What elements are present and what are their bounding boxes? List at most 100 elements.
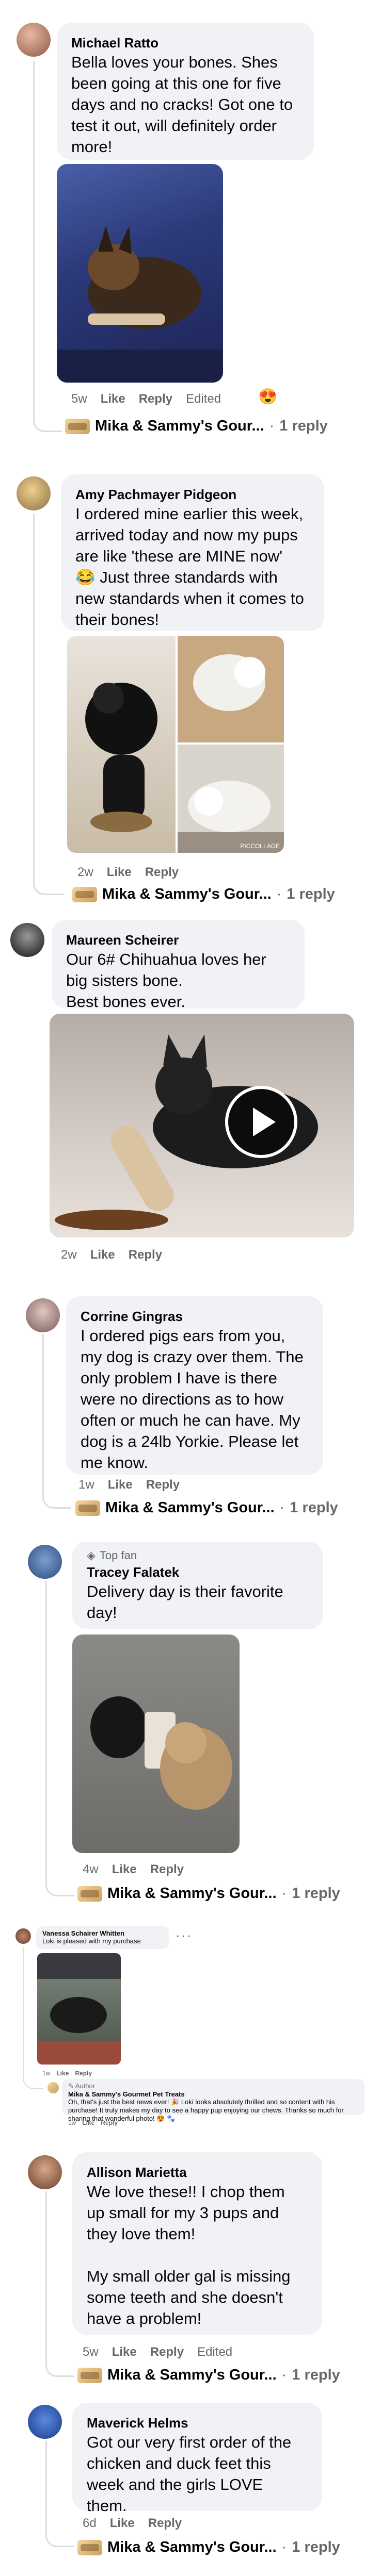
reply-button[interactable]: Reply xyxy=(145,865,179,880)
reply-count[interactable]: 1 reply xyxy=(292,1885,340,1902)
reply-count[interactable]: 1 reply xyxy=(292,2367,340,2384)
comment-bubble: Corrine Gingras I ordered pigs ears from… xyxy=(66,1296,323,1475)
comment-bubble: Maureen Scheirer Our 6# Chihuahua loves … xyxy=(52,920,305,1011)
separator-dot: · xyxy=(276,886,282,902)
comment-bubble: Maverick Helms Got our very first order … xyxy=(72,2403,322,2515)
reply-author[interactable]: Mika & Sammy's Gour... xyxy=(102,886,272,903)
avatar[interactable] xyxy=(28,2155,62,2189)
comment-author[interactable]: Michael Ratto xyxy=(71,34,296,52)
comment-actions: 1w Like Reply xyxy=(78,1478,180,1492)
reply-author[interactable]: Mika & Sammy's Gour... xyxy=(95,418,264,435)
reply-connector xyxy=(45,2441,74,2547)
replies-link[interactable]: Mika & Sammy's Gour... · 1 reply xyxy=(72,886,335,903)
comment-author[interactable]: Maureen Scheirer xyxy=(66,931,287,949)
avatar[interactable] xyxy=(10,923,44,957)
comment-actions: 1w Like Reply xyxy=(42,2070,92,2077)
like-button[interactable]: Like xyxy=(112,1862,137,1877)
comment-text: Delivery day is their favorite day! xyxy=(87,1582,288,1622)
comment-author[interactable]: Vanessa Schairer Whitten xyxy=(42,1929,163,1937)
comment-photo[interactable] xyxy=(57,164,223,383)
video-thumbnail[interactable] xyxy=(50,1014,354,1237)
comment-time: 6d xyxy=(83,2516,97,2530)
comment-text: Our 6# Chihuahua loves her big sisters b… xyxy=(66,950,266,1011)
comment-thread: Corrine Gingras I ordered pigs ears from… xyxy=(0,1289,381,1537)
author-badge: ✎ Author xyxy=(68,2082,96,2090)
comment-time: 2w xyxy=(61,1248,77,1262)
reply-button[interactable]: Reply xyxy=(75,2070,92,2077)
comment-thread: Michael Ratto Bella loves your bones. Sh… xyxy=(0,0,381,449)
reply-button[interactable]: Reply xyxy=(139,392,172,406)
comment-actions: 5w Like Reply Edited xyxy=(83,2345,232,2359)
dog-video-frame xyxy=(55,1034,318,1230)
comment-actions: 2w Like Reply xyxy=(77,865,179,880)
replies-link[interactable]: Mika & Sammy's Gour... · 1 reply xyxy=(77,1885,340,1902)
comment-author[interactable]: Amy Pachmayer Pidgeon xyxy=(75,486,307,503)
avatar[interactable] xyxy=(17,476,51,510)
like-button[interactable]: Like xyxy=(108,1478,133,1492)
reply-author[interactable]: Mika & Sammy's Gour... xyxy=(105,1499,275,1516)
play-icon[interactable] xyxy=(225,1086,297,1158)
reaction-icon[interactable]: 😍 xyxy=(258,388,277,406)
reply-button[interactable]: Reply xyxy=(146,1478,180,1492)
like-button[interactable]: Like xyxy=(82,2119,94,2126)
brand-logo-icon xyxy=(77,2539,102,2555)
comment-bubble: Michael Ratto Bella loves your bones. Sh… xyxy=(57,23,314,160)
reply-count[interactable]: 1 reply xyxy=(292,2539,340,2556)
reply-count[interactable]: 1 reply xyxy=(279,418,328,435)
comment-author[interactable]: Corrine Gingras xyxy=(81,1308,306,1325)
comment-thread: Amy Pachmayer Pidgeon I ordered mine ear… xyxy=(0,464,381,907)
reply-author[interactable]: Mika & Sammy's Gour... xyxy=(107,1885,277,1902)
replies-link[interactable]: Mika & Sammy's Gour... · 1 reply xyxy=(77,2539,340,2556)
comment-photo[interactable] xyxy=(37,1953,121,2065)
reply-button[interactable]: Reply xyxy=(150,1862,184,1877)
reply-bubble: ✎ Author Mika & Sammy's Gourmet Pet Trea… xyxy=(62,2079,364,2122)
reply-button[interactable]: Reply xyxy=(129,1248,162,1262)
edited-label: Edited xyxy=(197,2345,233,2359)
more-icon[interactable]: ··· xyxy=(176,1927,192,1943)
comment-author[interactable]: Allison Marietta xyxy=(87,2164,305,2181)
avatar[interactable] xyxy=(26,1298,60,1332)
replies-link[interactable]: Mika & Sammy's Gour... · 1 reply xyxy=(65,418,328,435)
replies-link[interactable]: Mika & Sammy's Gour... · 1 reply xyxy=(75,1499,338,1516)
comment-author[interactable]: Maverick Helms xyxy=(87,2414,305,2432)
reply-button[interactable]: Reply xyxy=(148,2516,182,2531)
brand-logo-icon xyxy=(65,418,90,434)
brand-logo-icon xyxy=(77,2367,102,2383)
reply-author[interactable]: Mika & Sammy's Gour... xyxy=(107,2367,277,2384)
brand-logo-icon xyxy=(75,1500,100,1516)
collage-tile xyxy=(67,636,176,853)
comment-thread: Maverick Helms Got our very first order … xyxy=(0,2398,381,2576)
comment-text: I ordered pigs ears from you, my dog is … xyxy=(81,1327,308,1472)
reply-count[interactable]: 1 reply xyxy=(287,886,335,903)
like-button[interactable]: Like xyxy=(56,2070,69,2077)
avatar[interactable] xyxy=(17,23,51,57)
avatar[interactable] xyxy=(28,2405,62,2439)
comment-actions: 5w Like Reply Edited xyxy=(71,392,221,406)
comment-bubble: Vanessa Schairer Whitten Loki is pleased… xyxy=(36,1926,169,1949)
avatar[interactable] xyxy=(28,1545,62,1579)
reply-author[interactable]: Mika & Sammy's Gour... xyxy=(107,2539,277,2556)
replies-link[interactable]: Mika & Sammy's Gour... · 1 reply xyxy=(77,2367,340,2384)
comment-photo[interactable] xyxy=(72,1634,240,1853)
comment-author[interactable]: Tracey Falatek xyxy=(87,1563,306,1581)
reply-count[interactable]: 1 reply xyxy=(290,1499,338,1516)
comment-text: Loki is pleased with my purchase xyxy=(42,1937,141,1945)
reply-button[interactable]: Reply xyxy=(150,2345,184,2359)
brand-avatar[interactable] xyxy=(47,2082,59,2093)
comment-text: Bella loves your bones. Shes been going … xyxy=(71,53,297,156)
separator-dot: · xyxy=(269,418,275,434)
reply-connector xyxy=(45,1581,74,1896)
like-button[interactable]: Like xyxy=(101,392,125,406)
like-button[interactable]: Like xyxy=(107,865,132,880)
reply-author[interactable]: Mika & Sammy's Gourmet Pet Treats xyxy=(68,2090,358,2098)
reply-time: 1w xyxy=(68,2119,76,2126)
comment-actions: 2w Like Reply xyxy=(61,1248,162,1262)
like-button[interactable]: Like xyxy=(112,2345,137,2359)
collage-photo[interactable]: PICCOLLAGE xyxy=(67,636,284,853)
reply-button[interactable]: Reply xyxy=(101,2119,118,2126)
like-button[interactable]: Like xyxy=(90,1248,115,1262)
like-button[interactable]: Like xyxy=(110,2516,135,2531)
separator-dot: · xyxy=(281,2367,287,2383)
avatar[interactable] xyxy=(15,1928,31,1944)
comment-bubble: Allison Marietta We love these!! I chop … xyxy=(72,2152,322,2335)
